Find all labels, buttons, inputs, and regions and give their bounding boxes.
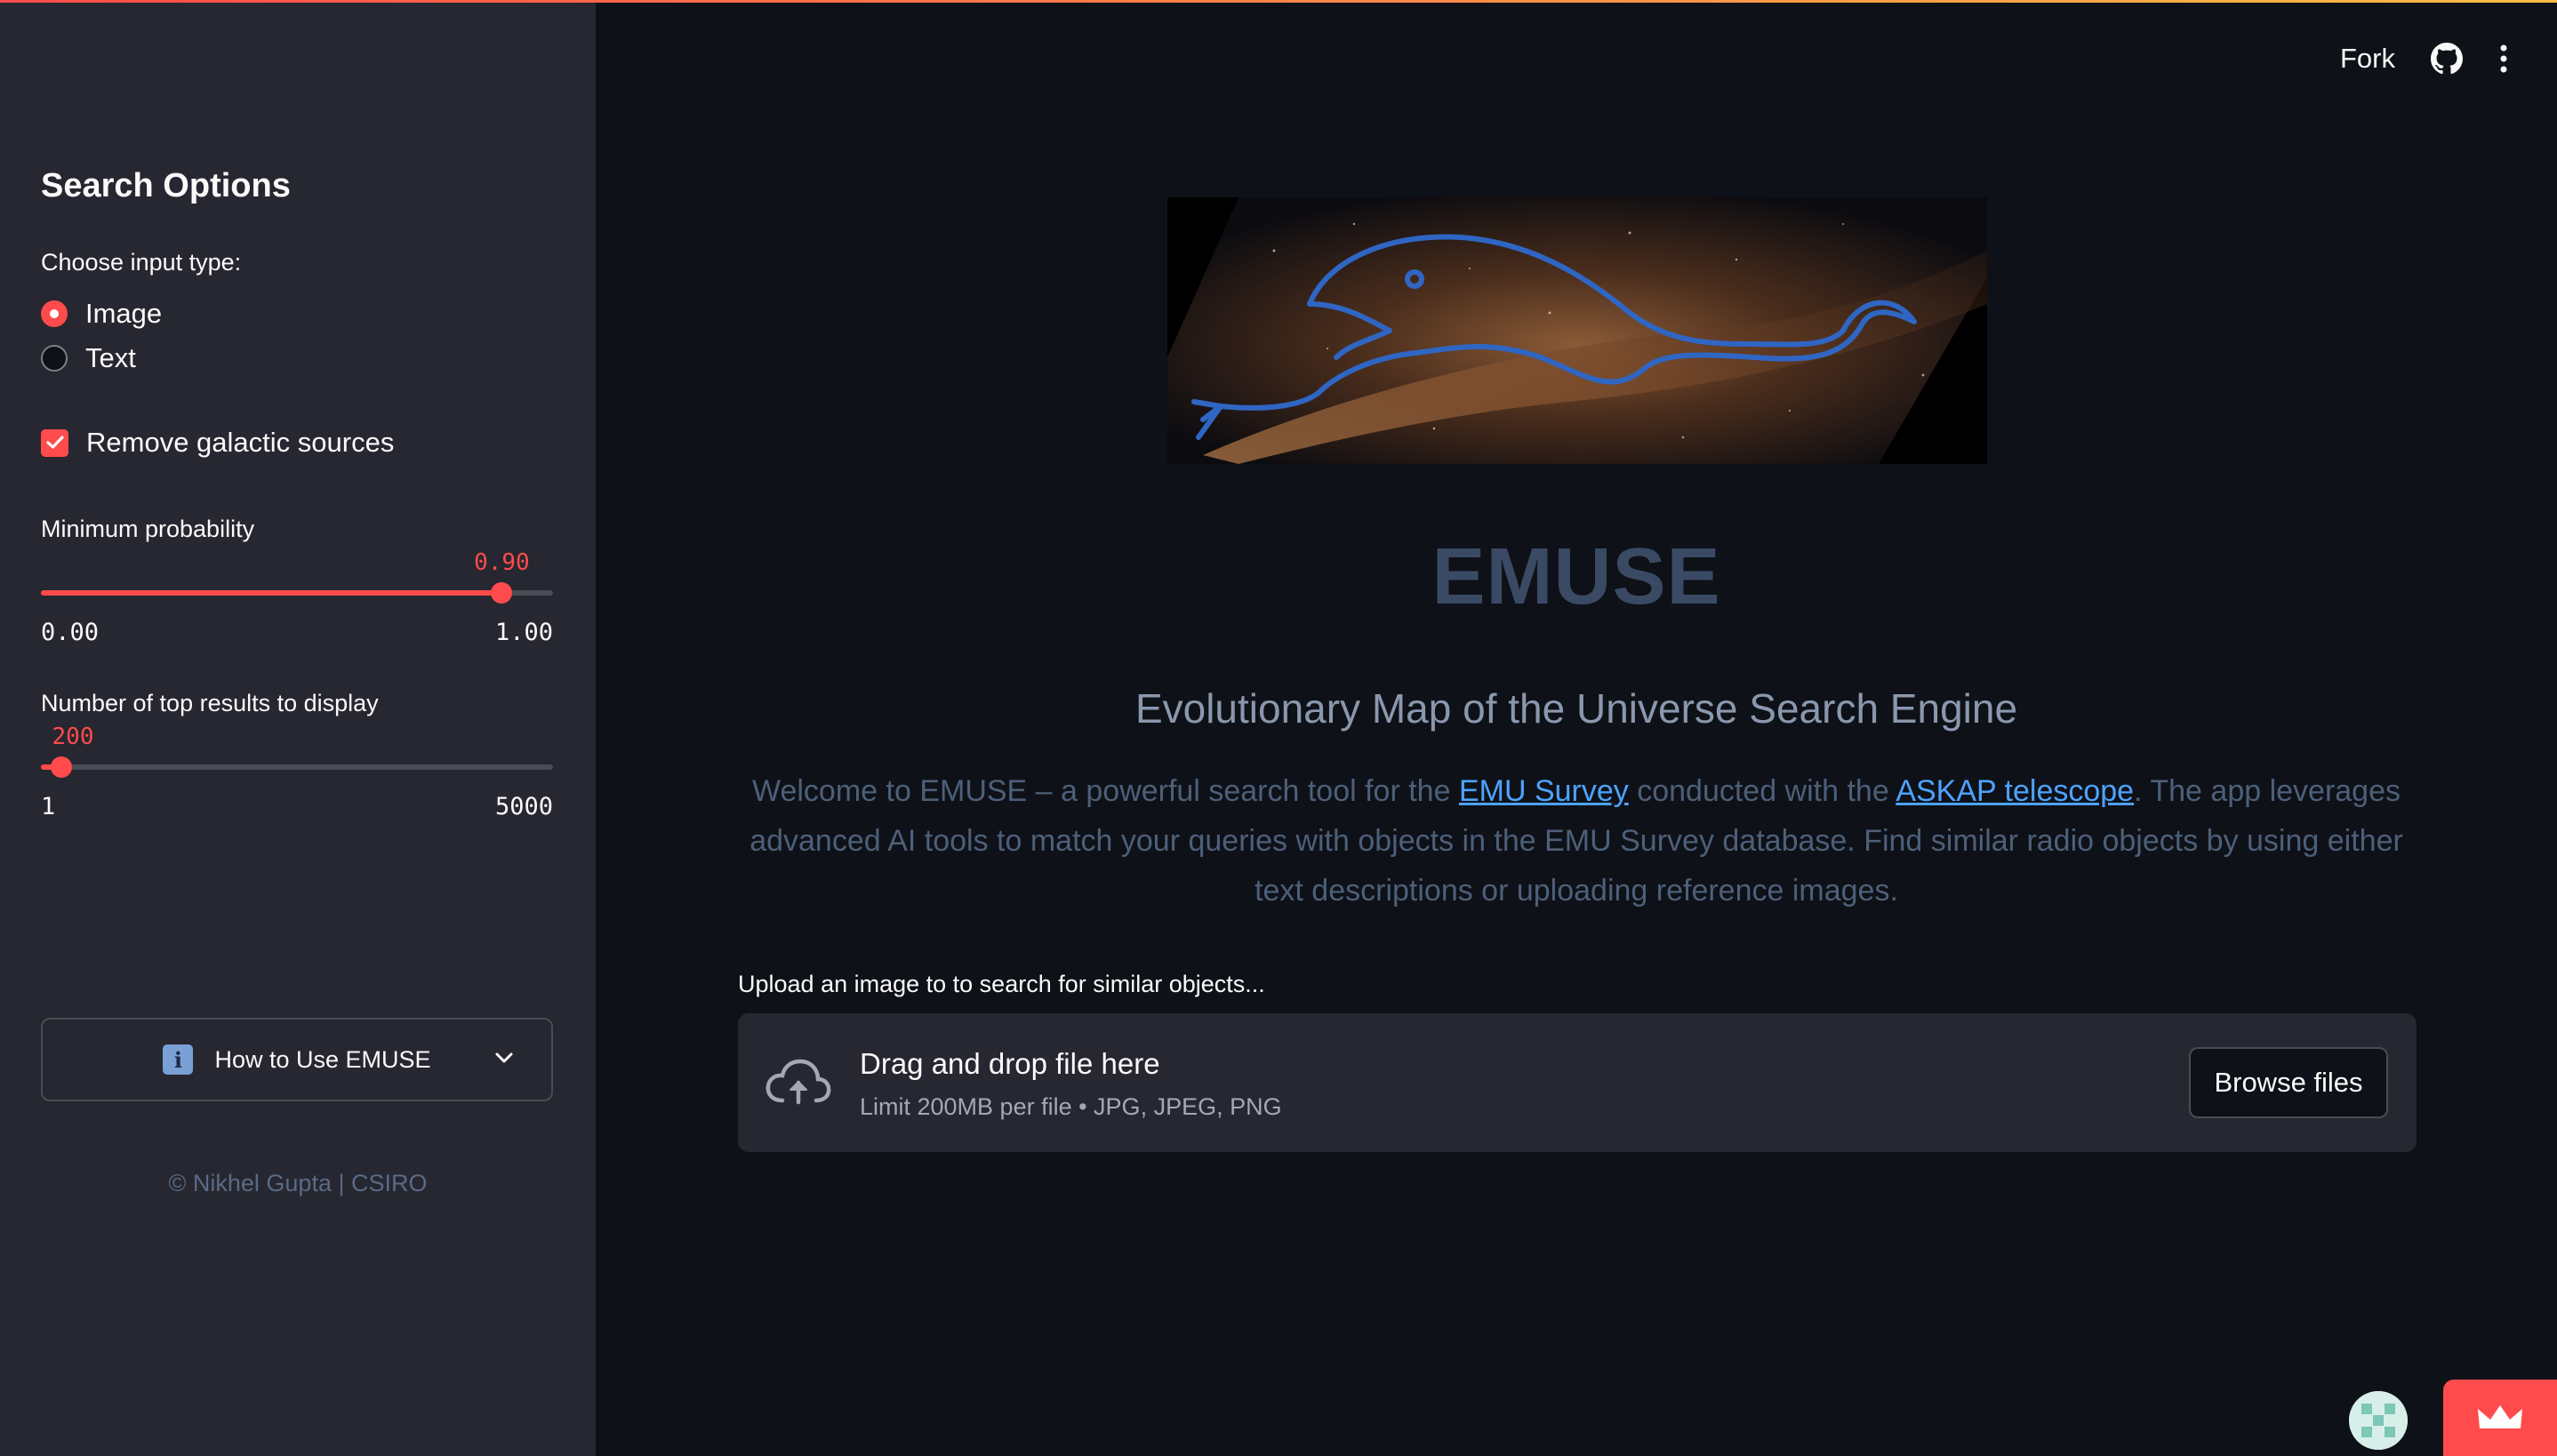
- radio-image-control[interactable]: [41, 300, 68, 327]
- dropzone-title: Drag and drop file here: [860, 1047, 1160, 1080]
- radio-text[interactable]: Text: [41, 342, 136, 374]
- top-results-slider[interactable]: 200 1 5000: [41, 724, 553, 821]
- sidebar-title: Search Options: [41, 167, 291, 204]
- emu-milky-way-banner: [1167, 197, 1987, 464]
- min-probability-slider[interactable]: 0.90 0.00 1.00: [41, 549, 553, 647]
- askap-telescope-link[interactable]: ASKAP telescope: [1896, 774, 2134, 808]
- info-icon: i: [163, 1044, 194, 1075]
- sidebar: Search Options Choose input type: Image …: [0, 0, 596, 1456]
- slider-max-label: 1.00: [494, 619, 553, 646]
- slider-min-label: 1: [41, 793, 56, 820]
- slider-min-label: 0.00: [41, 619, 100, 646]
- avatar[interactable]: [2349, 1391, 2408, 1450]
- welcome-text-1: Welcome to EMUSE – a powerful search too…: [751, 774, 1459, 808]
- top-accent-bar: [0, 0, 2557, 3]
- welcome-paragraph: Welcome to EMUSE – a powerful search too…: [729, 766, 2424, 916]
- how-to-use-expander[interactable]: i How to Use EMUSE: [41, 1018, 553, 1101]
- slider-track[interactable]: [41, 582, 553, 604]
- slider-thumb[interactable]: [491, 582, 513, 604]
- checkmark-icon: [45, 436, 64, 449]
- kebab-menu-icon[interactable]: [2498, 43, 2509, 75]
- min-probability-label: Minimum probability: [41, 516, 255, 542]
- app-toolbar: Fork: [2340, 43, 2509, 75]
- welcome-text-2: conducted with the: [1628, 774, 1896, 808]
- expander-label: How to Use EMUSE: [214, 1045, 431, 1073]
- slider-track[interactable]: [41, 756, 553, 778]
- crown-icon: [2478, 1405, 2522, 1428]
- remove-galactic-label: Remove galactic sources: [86, 427, 395, 458]
- slider-thumb[interactable]: [50, 756, 72, 778]
- slider-value: 0.90: [474, 549, 530, 576]
- fork-button[interactable]: Fork: [2340, 43, 2395, 75]
- file-dropzone[interactable]: Drag and drop file here Limit 200MB per …: [738, 1013, 2417, 1152]
- slider-value: 200: [52, 724, 94, 750]
- main-content: Fork EMUSE Evolutionary Map of the Unive…: [596, 0, 2557, 1456]
- radio-image[interactable]: Image: [41, 298, 162, 330]
- pixel-avatar-icon: [2349, 1391, 2408, 1450]
- checkbox-checked[interactable]: [41, 428, 68, 457]
- emu-survey-link[interactable]: EMU Survey: [1459, 774, 1629, 808]
- slider-max-label: 5000: [494, 793, 553, 820]
- browse-files-button[interactable]: Browse files: [2189, 1047, 2388, 1118]
- streamlit-badge[interactable]: [2443, 1380, 2557, 1456]
- top-results-label: Number of top results to display: [41, 690, 379, 716]
- upload-label: Upload an image to to search for similar…: [738, 971, 1265, 997]
- radio-text-control[interactable]: [41, 345, 68, 372]
- sidebar-footer: © Nikhel Gupta | CSIRO: [168, 1170, 428, 1196]
- cloud-upload-icon: [765, 1059, 831, 1105]
- radio-image-label: Image: [85, 298, 163, 329]
- remove-galactic-checkbox[interactable]: Remove galactic sources: [41, 427, 394, 459]
- github-icon[interactable]: [2431, 43, 2463, 75]
- radio-text-label: Text: [85, 342, 136, 373]
- input-type-label: Choose input type:: [41, 249, 242, 276]
- page-title: EMUSE: [1431, 532, 1721, 621]
- chevron-down-icon: [495, 1052, 513, 1063]
- dropzone-limit: Limit 200MB per file • JPG, JPEG, PNG: [860, 1093, 1282, 1120]
- slider-fill: [41, 590, 502, 596]
- page-subtitle: Evolutionary Map of the Universe Search …: [1134, 685, 2018, 732]
